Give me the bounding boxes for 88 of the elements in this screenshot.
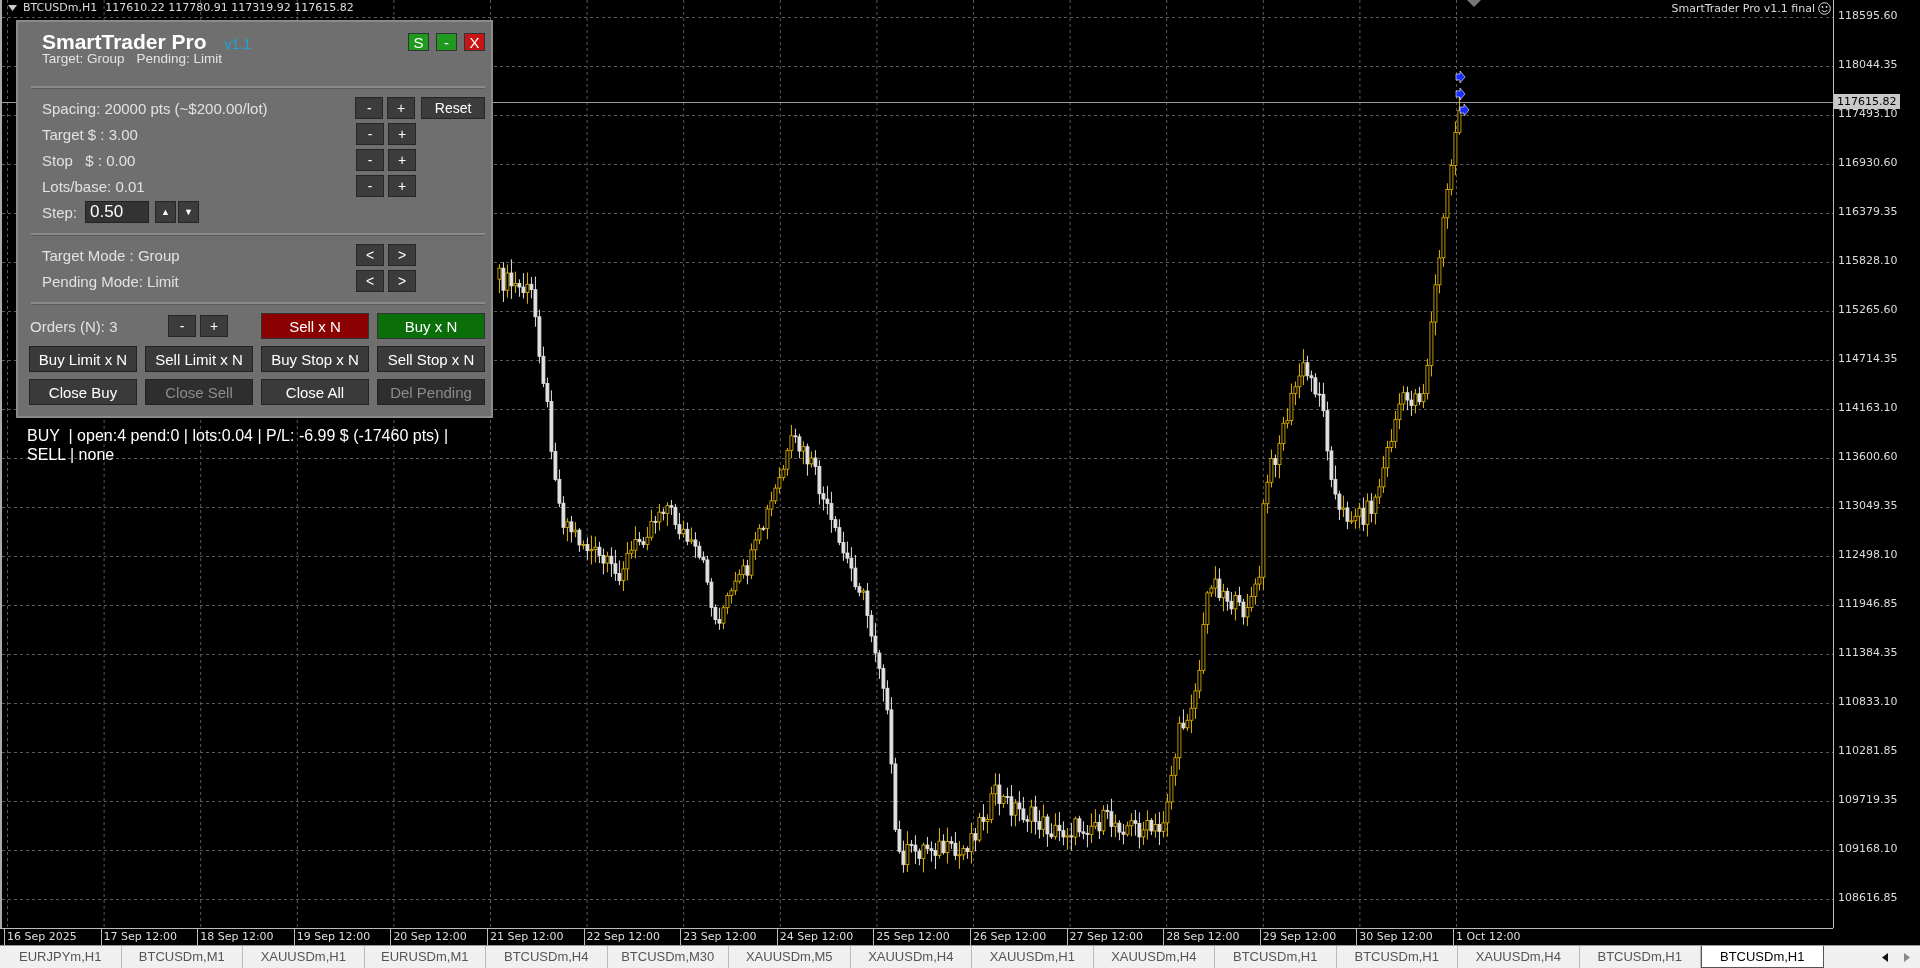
price-label: 116379.35 [1838,205,1898,218]
chart-tab[interactable]: XAUUSDm,H1 [243,946,365,968]
panel-header-button[interactable]: X [464,33,485,51]
symbol-label: BTCUSDm,H1 [23,1,98,14]
price-label: 115828.10 [1838,254,1898,267]
chart-tab[interactable]: XAUUSDm,M5 [729,946,851,968]
adjust-button[interactable]: - [355,97,384,119]
chart-tab[interactable]: XAUUSDm,H4 [1093,946,1215,968]
order-button[interactable]: Close All [261,379,369,405]
order-button[interactable]: Close Buy [29,379,137,405]
price-label: 113600.60 [1838,450,1898,463]
order-button[interactable]: Buy Limit x N [29,346,137,372]
chart-tab[interactable]: EURUSDm,M1 [364,946,486,968]
indicator-label: SmartTrader Pro v1.1 final [1671,2,1815,15]
price-label: 116930.60 [1838,156,1898,169]
chart-tab[interactable]: BTCUSDm,H1 [1701,946,1824,968]
price-label: 110833.10 [1838,695,1898,708]
adjust-button[interactable]: + [388,175,416,197]
price-label: 108616.85 [1838,891,1898,904]
adjust-button[interactable]: + [200,315,228,337]
orders-label: Orders (N): 3 [30,317,119,335]
position-summary: SELL | none [27,445,116,464]
arrow-icon [1455,87,1466,101]
price-label: 111946.85 [1838,597,1898,610]
scroll-right-icon[interactable] [1904,952,1910,962]
triangle-icon [1467,0,1481,7]
adjust-button[interactable]: - [168,315,196,337]
arrow-icon [1459,103,1470,117]
price-label: 111384.35 [1838,646,1898,659]
adjust-button[interactable]: - [356,123,384,145]
position-summary: BUY | open:4 pend:0 | lots:0.04 | P/L: -6.99 $ (-17460 pts) | [27,426,449,445]
price-label: 114714.35 [1838,352,1898,365]
chart-tab[interactable]: XAUUSDm,H4 [850,946,972,968]
price-label: 118595.60 [1838,9,1898,22]
setting-label: Spacing: 20000 pts (~$200.00/lot) [42,99,269,117]
adjust-button[interactable]: - [356,175,384,197]
smiley-icon [1818,2,1831,15]
scroll-left-icon[interactable] [1882,952,1888,962]
price-label: 117493.10 [1838,107,1898,120]
panel-header-button[interactable]: S [408,33,429,51]
chart-tab[interactable]: EURJPYm,H1 [0,946,122,968]
setting-label: Stop $ : 0.00 [42,151,137,169]
order-button[interactable]: Buy Stop x N [261,346,369,372]
panel-title: SmartTrader Pro [42,31,207,53]
current-price-label: 117615.82 [1834,94,1900,109]
step-button[interactable]: ▲ [155,201,177,223]
setting-label: Target $ : 3.00 [42,125,139,143]
price-label: 115265.60 [1838,303,1898,316]
adjust-button[interactable]: - [356,149,384,171]
version-label: v1.1 [224,36,252,52]
price-label: 118044.35 [1838,58,1898,71]
mode-label: Target Mode : Group [42,246,181,264]
chart-tab[interactable]: BTCUSDm,M30 [607,946,729,968]
arrow-icon [1455,70,1466,84]
setting-label: Step: [42,203,78,221]
chart-tab[interactable]: BTCUSDm,H1 [1215,946,1337,968]
mode-switch-button[interactable]: < [356,244,384,266]
chart-tab[interactable]: BTCUSDm,H1 [1336,946,1458,968]
price-label: 112498.10 [1838,548,1898,561]
mode-switch-button[interactable]: < [356,270,384,292]
dropdown-icon[interactable] [8,4,17,11]
chart-tab[interactable]: XAUUSDm,H1 [972,946,1094,968]
price-label: 109719.35 [1838,793,1898,806]
adjust-button[interactable]: + [387,97,416,119]
order-button[interactable]: Sell Stop x N [377,346,485,372]
step-field[interactable]: 0.50 [85,201,150,223]
price-label: 113049.35 [1838,499,1898,512]
setting-label: Lots/base: 0.01 [42,177,146,195]
sell-button[interactable]: Sell x N [261,313,369,339]
order-button[interactable]: Sell Limit x N [145,346,253,372]
adjust-button[interactable]: + [388,123,416,145]
adjust-button[interactable]: + [388,149,416,171]
panel-header-button[interactable]: - [436,33,457,51]
chart-tab[interactable]: BTCUSDm,H4 [486,946,608,968]
buy-button[interactable]: Buy x N [377,313,485,339]
mode-label: Pending Mode: Limit [42,272,180,290]
mode-switch-button[interactable]: > [388,270,416,292]
price-label: 114163.10 [1838,401,1898,414]
status-label: Target: Group [42,51,125,66]
status-label: Pending: Limit [136,51,223,66]
step-button[interactable]: ▼ [178,201,200,223]
price-label: 110281.85 [1838,744,1898,757]
ohlc-values: 117610.22 117780.91 117319.92 117615.82 [104,1,354,14]
mode-switch-button[interactable]: > [388,244,416,266]
price-label: 109168.10 [1838,842,1898,855]
chart-tab[interactable]: XAUUSDm,H4 [1458,946,1580,968]
chart-tab[interactable]: BTCUSDm,M1 [121,946,243,968]
reset-button[interactable]: Reset [421,97,485,119]
